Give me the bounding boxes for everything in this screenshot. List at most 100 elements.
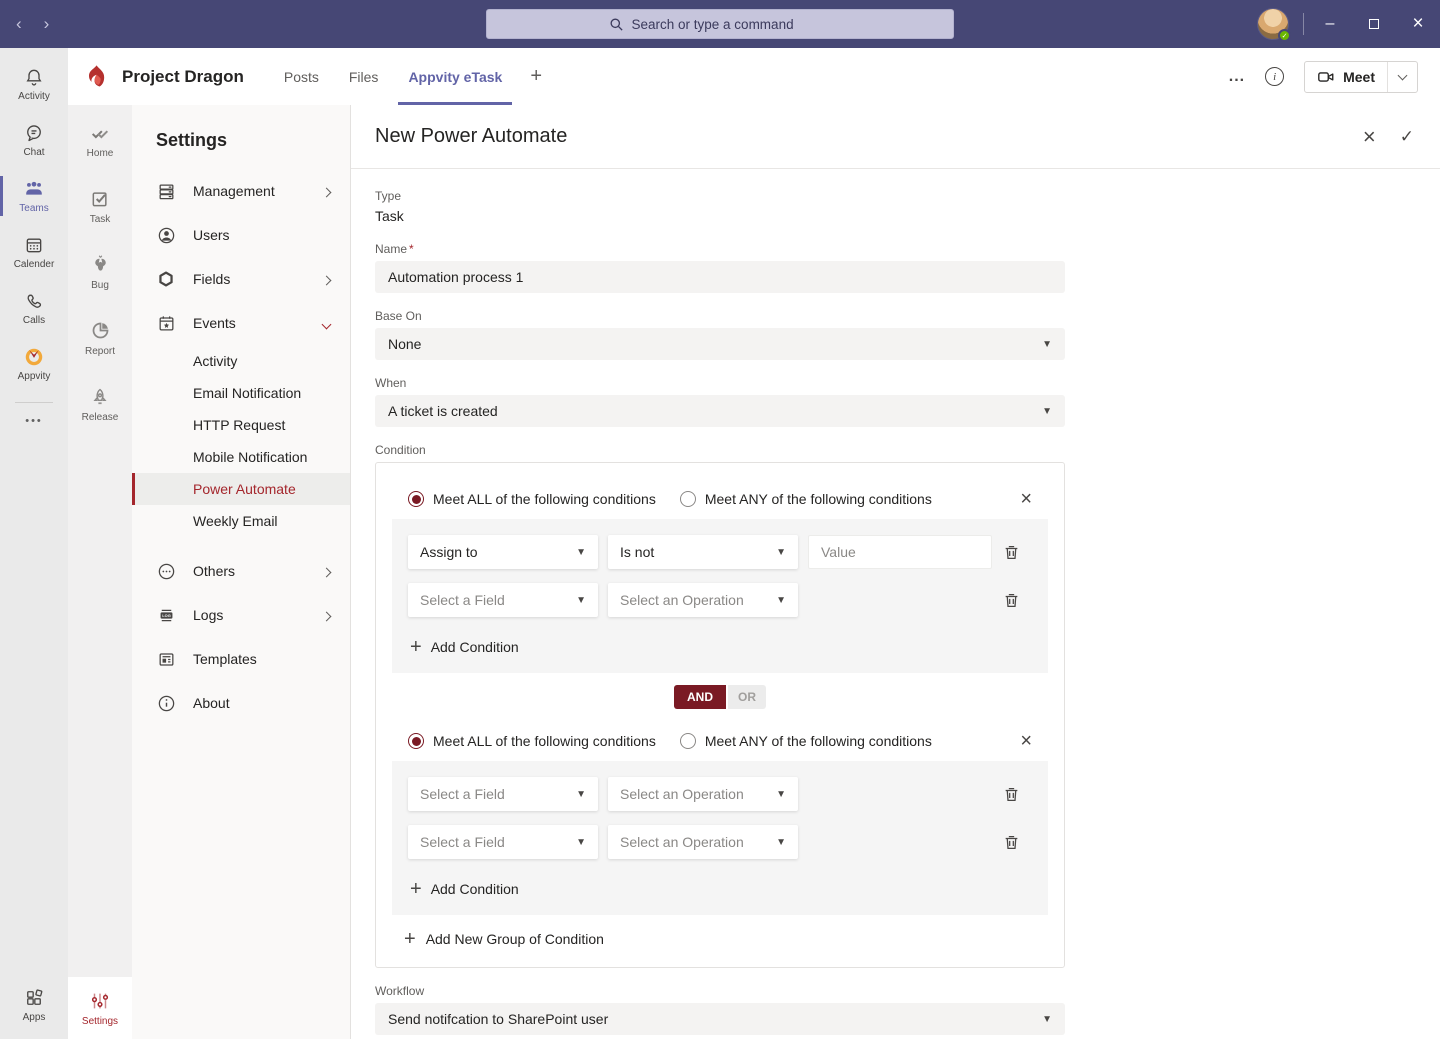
sidebar-subitem-weekly-email[interactable]: Weekly Email	[132, 505, 350, 537]
add-tab-icon[interactable]: +	[522, 48, 550, 105]
app-rail-report[interactable]: Report	[68, 305, 132, 371]
field-dropdown[interactable]: Select a Field ▼	[408, 583, 598, 617]
sidebar-item-events[interactable]: Events	[132, 301, 350, 345]
sidebar-item-management[interactable]: Management	[132, 169, 350, 213]
sidebar-subitem-power-automate[interactable]: Power Automate	[132, 473, 350, 505]
save-form-icon[interactable]: ✓	[1400, 127, 1414, 147]
or-toggle[interactable]: OR	[728, 685, 766, 709]
trash-icon[interactable]	[1003, 544, 1020, 561]
maximize-button[interactable]	[1352, 0, 1396, 48]
sidebar-subitem-activity[interactable]: Activity	[132, 345, 350, 377]
caret-down-icon: ▼	[776, 547, 786, 558]
and-toggle[interactable]: AND	[674, 685, 726, 709]
settings-sidebar: Settings Management Users	[132, 105, 351, 1039]
rail-item-appvity[interactable]: Appvity	[0, 336, 68, 392]
rail-label: Teams	[19, 203, 48, 214]
sidebar-item-about[interactable]: About	[132, 681, 350, 725]
meet-all-radio[interactable]	[408, 491, 424, 507]
tab-appvity-etask[interactable]: Appvity eTask	[398, 48, 512, 105]
command-search[interactable]	[486, 9, 954, 39]
app-rail-home[interactable]: Home	[68, 107, 132, 173]
remove-group-icon[interactable]: ×	[1020, 731, 1032, 751]
caret-down-icon: ▼	[776, 595, 786, 606]
app-rail-settings[interactable]: Settings	[68, 977, 132, 1039]
sidebar-subitem-mobile-notification[interactable]: Mobile Notification	[132, 441, 350, 473]
when-label: When	[375, 376, 1041, 390]
appvity-logo-icon	[23, 346, 45, 368]
app-rail-label: Settings	[82, 1016, 118, 1027]
base-on-dropdown[interactable]: None ▼	[375, 328, 1065, 360]
sidebar-subitem-http-request[interactable]: HTTP Request	[132, 409, 350, 441]
log-badge-icon: LOG	[156, 605, 176, 625]
operation-dropdown[interactable]: Is not ▼	[608, 535, 798, 569]
add-condition-button[interactable]: + Add Condition	[408, 873, 1032, 909]
sidebar-subitem-email-notification[interactable]: Email Notification	[132, 377, 350, 409]
rail-item-teams[interactable]: Teams	[0, 168, 68, 224]
operation-dropdown[interactable]: Select an Operation ▼	[608, 583, 798, 617]
value-input[interactable]	[808, 535, 992, 569]
sidebar-item-users[interactable]: Users	[132, 213, 350, 257]
sidebar-item-templates[interactable]: Templates	[132, 637, 350, 681]
meet-any-label[interactable]: Meet ANY of the following conditions	[705, 733, 932, 749]
sidebar-item-fields[interactable]: Fields	[132, 257, 350, 301]
meet-button[interactable]: Meet	[1304, 61, 1418, 93]
add-new-group-button[interactable]: + Add New Group of Condition	[404, 929, 1048, 949]
field-dropdown[interactable]: Select a Field ▼	[408, 777, 598, 811]
caret-down-icon: ▼	[576, 547, 586, 558]
rail-item-apps[interactable]: Apps	[0, 977, 68, 1033]
tab-posts[interactable]: Posts	[274, 48, 329, 105]
caret-down-icon: ▼	[576, 789, 586, 800]
meet-dropdown-button[interactable]	[1388, 75, 1417, 79]
sidebar-item-logs[interactable]: LOG Logs	[132, 593, 350, 637]
meet-any-label[interactable]: Meet ANY of the following conditions	[705, 491, 932, 507]
rail-item-calendar[interactable]: Calender	[0, 224, 68, 280]
rail-item-activity[interactable]: Activity	[0, 56, 68, 112]
caret-down-icon: ▼	[576, 837, 586, 848]
sidebar-item-others[interactable]: Others	[132, 549, 350, 593]
app-rail-bug[interactable]: Bug	[68, 239, 132, 305]
info-icon[interactable]: i	[1265, 67, 1284, 86]
more-apps-icon[interactable]: •••	[25, 415, 43, 427]
name-input[interactable]	[375, 261, 1065, 293]
search-input[interactable]	[632, 17, 832, 32]
operation-dropdown[interactable]: Select an Operation ▼	[608, 777, 798, 811]
task-checkbox-icon	[89, 188, 111, 210]
newspaper-icon	[156, 649, 176, 669]
more-options-icon[interactable]: ...	[1229, 68, 1245, 86]
app-rail-task[interactable]: Task	[68, 173, 132, 239]
meet-all-label[interactable]: Meet ALL of the following conditions	[433, 491, 656, 507]
field-dropdown[interactable]: Assign to ▼	[408, 535, 598, 569]
rail-label: Appvity	[18, 371, 51, 382]
tab-files[interactable]: Files	[339, 48, 389, 105]
close-window-button[interactable]: ×	[1396, 0, 1440, 48]
workflow-value: Send notifcation to SharePoint user	[388, 1011, 608, 1027]
trash-icon[interactable]	[1003, 592, 1020, 609]
rail-item-chat[interactable]: Chat	[0, 112, 68, 168]
meet-any-radio[interactable]	[680, 491, 696, 507]
search-icon	[609, 16, 625, 32]
user-avatar[interactable]: ✓	[1257, 8, 1289, 40]
back-icon[interactable]: ‹	[16, 14, 22, 34]
condition-row: Assign to ▼ Is not ▼	[408, 535, 1032, 569]
chat-icon	[23, 122, 45, 144]
operation-dropdown[interactable]: Select an Operation ▼	[608, 825, 798, 859]
meet-all-label[interactable]: Meet ALL of the following conditions	[433, 733, 656, 749]
workflow-dropdown[interactable]: Send notifcation to SharePoint user ▼	[375, 1003, 1065, 1035]
rail-item-calls[interactable]: Calls	[0, 280, 68, 336]
meet-any-radio[interactable]	[680, 733, 696, 749]
caret-down-icon: ▼	[776, 837, 786, 848]
rail-label: Activity	[18, 91, 50, 102]
close-form-icon[interactable]: ×	[1363, 126, 1376, 148]
remove-group-icon[interactable]: ×	[1020, 489, 1032, 509]
trash-icon[interactable]	[1003, 786, 1020, 803]
meet-all-radio[interactable]	[408, 733, 424, 749]
minimize-button[interactable]: –	[1308, 0, 1352, 48]
field-dropdown[interactable]: Select a Field ▼	[408, 825, 598, 859]
forward-icon[interactable]: ›	[44, 14, 50, 34]
add-condition-button[interactable]: + Add Condition	[408, 631, 1032, 667]
when-value: A ticket is created	[388, 403, 498, 419]
when-dropdown[interactable]: A ticket is created ▼	[375, 395, 1065, 427]
home-checks-icon	[89, 122, 111, 144]
trash-icon[interactable]	[1003, 834, 1020, 851]
app-rail-release[interactable]: Release	[68, 371, 132, 437]
